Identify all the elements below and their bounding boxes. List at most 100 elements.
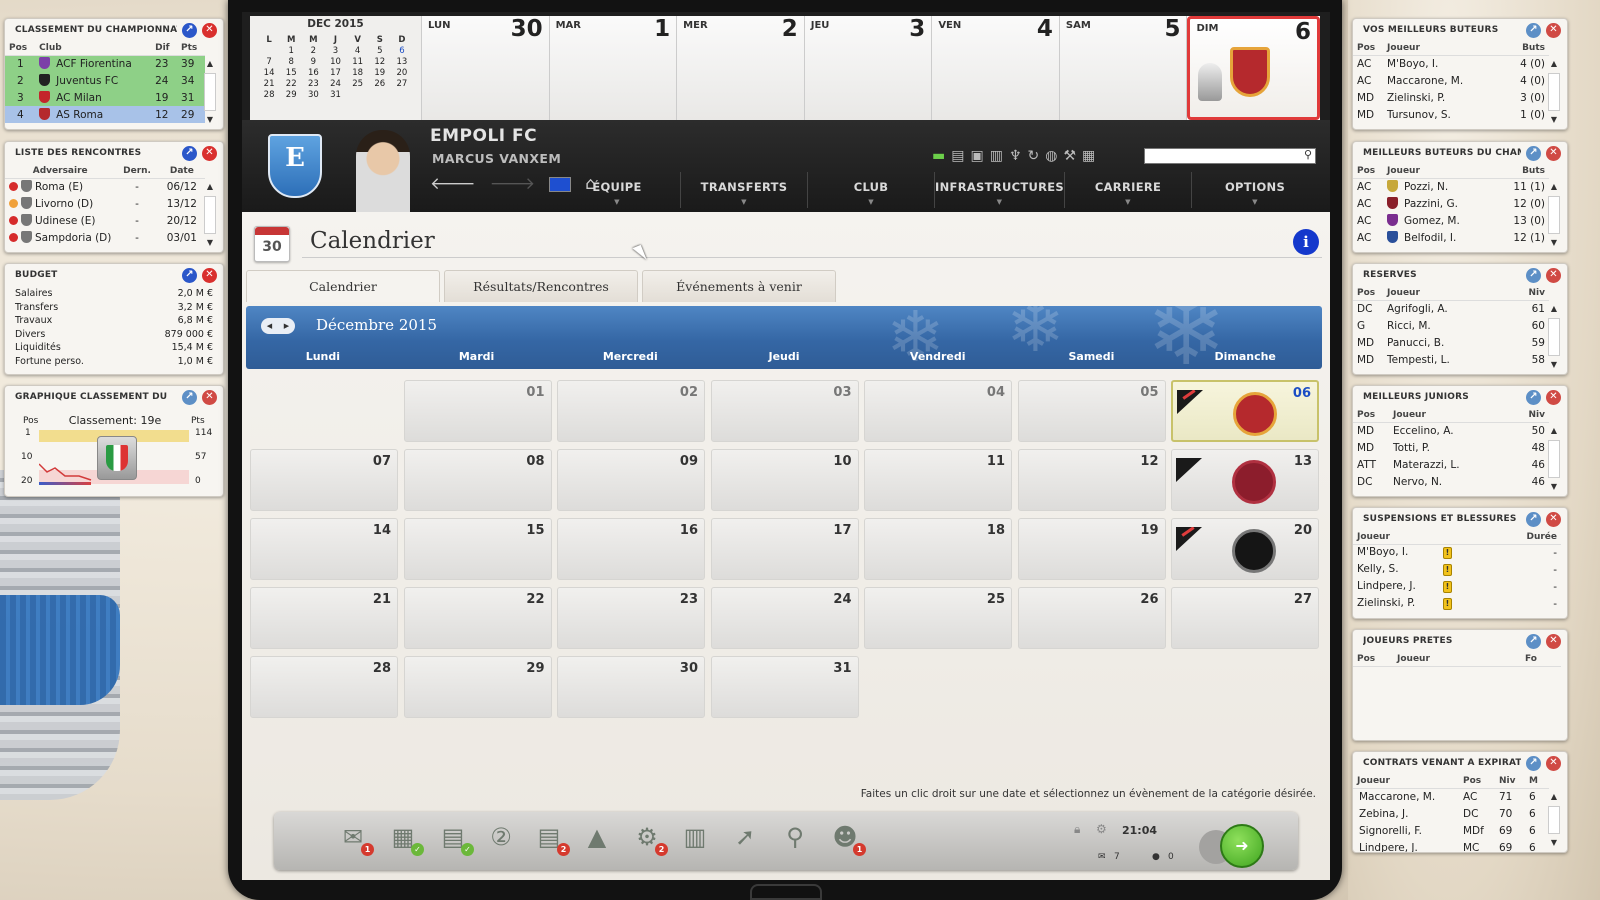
calendar-day[interactable]: 15 bbox=[403, 518, 552, 580]
fixture-row[interactable]: Livorno (D) - 13/12 bbox=[5, 195, 205, 212]
documents-icon[interactable]: ▥ bbox=[678, 820, 712, 854]
notes-icon[interactable]: ▦ bbox=[1082, 148, 1095, 164]
calendar-day[interactable]: 06 bbox=[1171, 380, 1319, 442]
standings-row[interactable]: 4 AS Roma 12 29 bbox=[5, 106, 205, 123]
calendar-day[interactable]: 09 bbox=[557, 449, 705, 511]
prev-month-icon[interactable]: ◀ bbox=[267, 322, 272, 330]
mini-day[interactable]: 12 bbox=[369, 56, 391, 67]
close-icon[interactable]: ✕ bbox=[202, 145, 217, 161]
open-icon[interactable]: ↗ bbox=[1526, 755, 1541, 771]
month-nav[interactable]: ◀ ▶ bbox=[261, 318, 295, 334]
mini-day[interactable] bbox=[258, 45, 280, 56]
week-day[interactable]: LUN 30 bbox=[422, 16, 550, 120]
continue-button[interactable]: ➜ bbox=[1220, 824, 1264, 868]
mini-day[interactable]: 4 bbox=[347, 45, 369, 56]
tab-upcoming[interactable]: Événements à venir bbox=[642, 270, 836, 302]
info-button[interactable]: i bbox=[1293, 229, 1319, 255]
player-row[interactable]: Zebina, J. DC 70 6 bbox=[1353, 805, 1549, 822]
mini-day[interactable]: 25 bbox=[347, 78, 369, 89]
menu-item[interactable]: CARRIERE ▼ bbox=[1064, 172, 1191, 208]
calendar-day[interactable]: 23 bbox=[557, 587, 705, 649]
mini-day[interactable]: 13 bbox=[391, 56, 413, 67]
open-icon[interactable]: ↗ bbox=[182, 267, 197, 283]
mini-day[interactable]: 28 bbox=[258, 89, 280, 100]
calendar-day[interactable]: 04 bbox=[864, 380, 1012, 442]
scrollbar[interactable]: ▲ ▼ bbox=[1547, 180, 1561, 250]
player-row[interactable]: AC M'Boyo, I. 4 (0) bbox=[1353, 55, 1549, 72]
mini-day[interactable]: 14 bbox=[258, 67, 280, 78]
next-month-icon[interactable]: ▶ bbox=[284, 322, 289, 330]
mail-icon[interactable]: ✉ bbox=[1098, 852, 1106, 862]
mini-day[interactable]: 6 bbox=[391, 45, 413, 56]
open-icon[interactable]: ↗ bbox=[182, 22, 197, 38]
close-icon[interactable]: ✕ bbox=[1546, 145, 1561, 161]
scrollbar[interactable]: ▲ ▼ bbox=[1547, 790, 1561, 850]
scrollbar[interactable]: ▲ ▼ bbox=[1547, 302, 1561, 372]
player-row[interactable]: Signorelli, F. MDf 69 6 bbox=[1353, 822, 1549, 839]
menu-item[interactable]: TRANSFERTS ▼ bbox=[680, 172, 807, 208]
close-icon[interactable]: ✕ bbox=[1546, 389, 1561, 405]
player-row[interactable]: ATT Materazzi, L. 46 bbox=[1353, 456, 1549, 473]
calendar-day[interactable]: 22 bbox=[403, 587, 552, 649]
calendar-day[interactable]: 21 bbox=[250, 587, 398, 649]
calendar-day[interactable]: 07 bbox=[250, 449, 398, 511]
calendar-day[interactable]: 28 bbox=[250, 656, 398, 718]
calendar-day[interactable]: 02 bbox=[557, 380, 705, 442]
close-icon[interactable]: ✕ bbox=[202, 22, 217, 38]
scrollbar[interactable]: ▲ ▼ bbox=[1547, 57, 1561, 127]
trophy-icon[interactable]: ♆ bbox=[1009, 148, 1022, 164]
calendar-day[interactable]: 10 bbox=[710, 449, 859, 511]
mini-day[interactable] bbox=[369, 89, 391, 100]
week-day[interactable]: JEU 3 bbox=[804, 16, 933, 120]
close-icon[interactable]: ✕ bbox=[1546, 22, 1561, 38]
player-row[interactable]: MD Zielinski, P. 3 (0) bbox=[1353, 89, 1549, 106]
mini-day[interactable]: 3 bbox=[324, 45, 346, 56]
mini-day[interactable]: 27 bbox=[391, 78, 413, 89]
open-icon[interactable]: ↗ bbox=[1526, 145, 1541, 161]
player-row[interactable]: MD Tursunov, S. 1 (0) bbox=[1353, 106, 1549, 123]
mini-day[interactable]: 26 bbox=[369, 78, 391, 89]
standings-row[interactable]: 2 Juventus FC 24 34 bbox=[5, 72, 205, 89]
mini-day[interactable]: 1 bbox=[280, 45, 302, 56]
tactics-icon[interactable]: ▤ ✓ bbox=[436, 820, 474, 856]
calendar-day[interactable]: 26 bbox=[1017, 587, 1166, 649]
player-row[interactable]: Zielinski, P.! - bbox=[1353, 595, 1561, 612]
open-icon[interactable]: ↗ bbox=[1526, 389, 1541, 405]
player-row[interactable]: DC Agrifogli, A. 61 bbox=[1353, 300, 1549, 317]
week-day[interactable]: MAR 1 bbox=[549, 16, 678, 120]
player-row[interactable]: Lindpere, J.! - bbox=[1353, 578, 1561, 595]
calendar-day[interactable]: 13 bbox=[1171, 449, 1319, 511]
close-icon[interactable]: ✕ bbox=[1546, 755, 1561, 771]
mini-calendar[interactable]: DEC 2015 L M M J V S D 1 2 3 4 5 6 7 8 9 10 11 12 13 14 15 16 1… bbox=[250, 16, 422, 120]
message-icon[interactable]: ● bbox=[1152, 852, 1160, 862]
player-row[interactable]: DC Nervo, N. 46 bbox=[1353, 473, 1549, 490]
mini-day[interactable]: 21 bbox=[258, 78, 280, 89]
news-icon[interactable]: ▤ bbox=[951, 148, 964, 164]
calendar-day[interactable]: 27 bbox=[1171, 587, 1319, 649]
cone-icon[interactable]: ▲ bbox=[580, 820, 614, 854]
calendar-day[interactable]: 01 bbox=[403, 380, 552, 442]
training-icon[interactable]: ▤ 2 bbox=[532, 820, 570, 856]
calendar-day[interactable]: 20 bbox=[1171, 518, 1319, 580]
mini-day[interactable]: 10 bbox=[324, 56, 346, 67]
calendar-day[interactable]: 31 bbox=[710, 656, 859, 718]
calendar-day[interactable]: 03 bbox=[710, 380, 859, 442]
calendar-day[interactable]: 17 bbox=[710, 518, 859, 580]
home-button[interactable] bbox=[750, 884, 822, 900]
menu-item[interactable]: INFRASTRUCTURES ▼ bbox=[934, 172, 1064, 208]
close-icon[interactable]: ✕ bbox=[202, 389, 217, 405]
scrollbar[interactable]: ▲ ▼ bbox=[203, 180, 217, 250]
player-row[interactable]: Lindpere, J. MC 69 6 bbox=[1353, 839, 1549, 853]
calendar-day[interactable]: 24 bbox=[710, 587, 859, 649]
gear-icon[interactable]: ⚙ bbox=[1096, 822, 1107, 836]
mini-day[interactable]: 23 bbox=[302, 78, 324, 89]
open-icon[interactable]: ↗ bbox=[182, 389, 197, 405]
mini-day[interactable]: 30 bbox=[302, 89, 324, 100]
calendar-icon[interactable]: ▦ ✓ bbox=[386, 820, 424, 856]
player-row[interactable]: AC Gomez, M. 13 (0) bbox=[1353, 212, 1549, 229]
close-icon[interactable]: ✕ bbox=[1546, 267, 1561, 283]
calendar-day[interactable]: 19 bbox=[1017, 518, 1166, 580]
calendar-day[interactable]: 18 bbox=[864, 518, 1012, 580]
player-row[interactable]: Maccarone, M. AC 71 6 bbox=[1353, 788, 1549, 805]
calendar-day[interactable]: 08 bbox=[403, 449, 552, 511]
